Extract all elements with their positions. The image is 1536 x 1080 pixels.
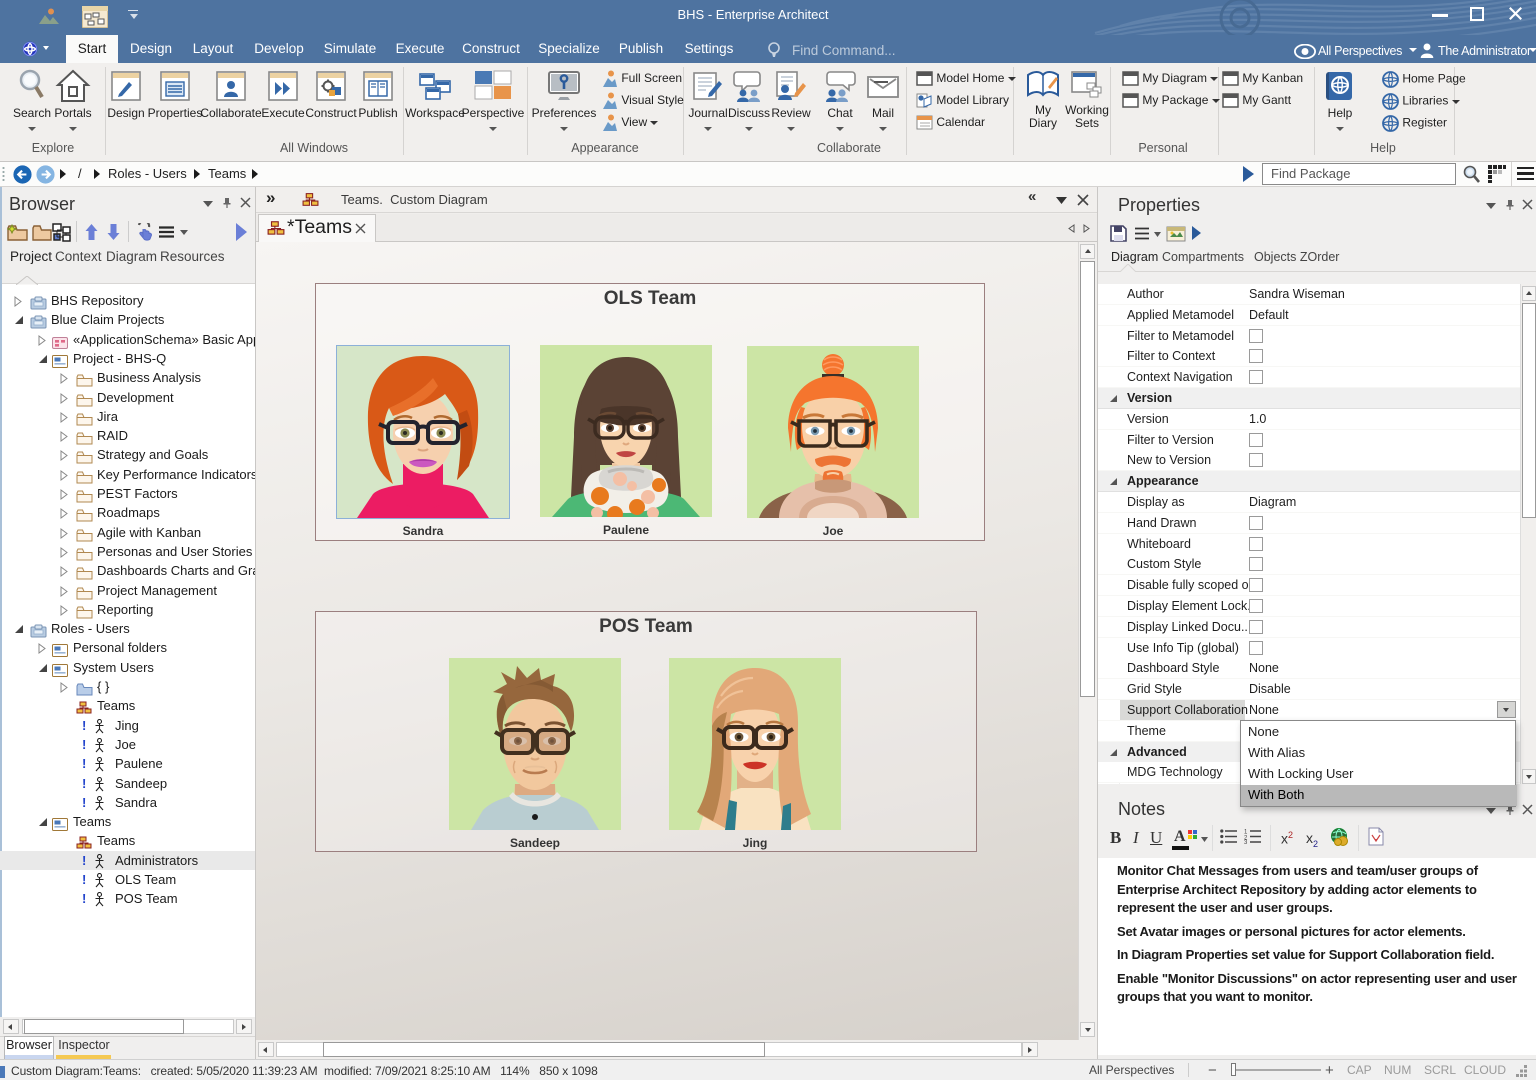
svg-text:3: 3 — [1244, 840, 1248, 844]
